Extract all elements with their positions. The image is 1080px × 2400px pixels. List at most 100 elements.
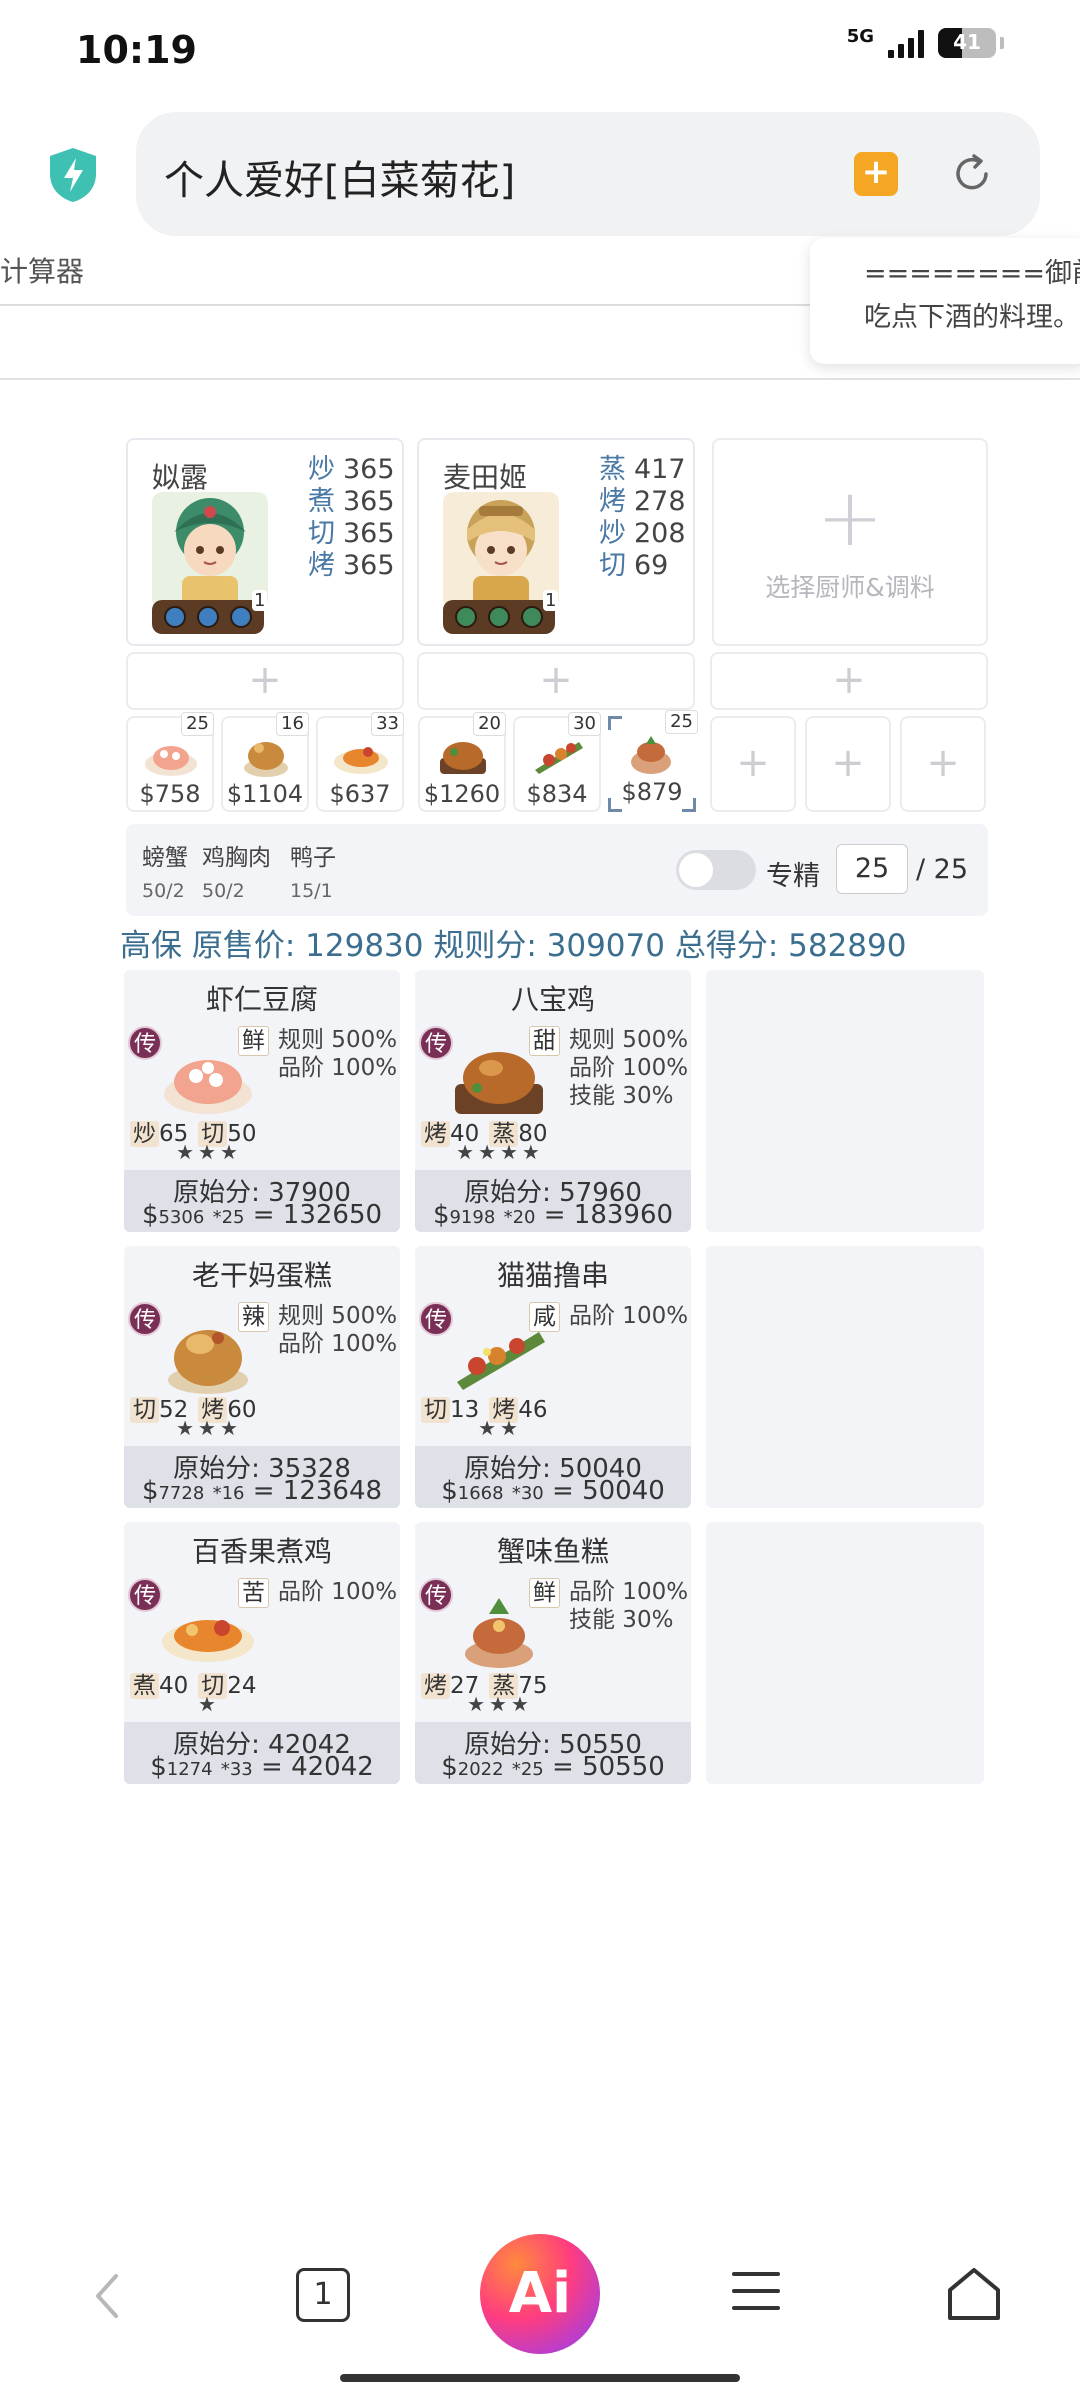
dish-count: 30 — [568, 712, 601, 736]
specialize-toggle[interactable] — [676, 850, 756, 890]
dish-slot[interactable]: $637 33 — [316, 712, 404, 812]
score-calc: $9198 *20 = 183960 — [432, 1200, 674, 1230]
dish-slot[interactable]: $758 25 — [126, 712, 214, 812]
dish-image — [244, 742, 288, 777]
score-band: 原始分: 35328 $7728 *16 = 123648 — [124, 1446, 400, 1508]
recipe-name: 百香果煮鸡 — [191, 1535, 332, 1568]
add-dish-button[interactable]: + — [900, 716, 986, 812]
bonus-item: 品阶 100% — [278, 1331, 398, 1357]
bonus-list: 规则 500% 品阶 100% 技能 30% — [569, 1026, 688, 1110]
recipe-card[interactable]: 虾仁豆腐 传 鲜 规则 500% 品阶 100% 炒 65 切 50 ★★★ 原始分… — [124, 970, 400, 1232]
add-equipment-button[interactable]: + — [417, 652, 695, 710]
empty-recipe-slot[interactable] — [706, 970, 984, 1232]
chef-equipment-slots[interactable] — [443, 600, 555, 634]
empty-recipe-slot[interactable] — [706, 1522, 984, 1784]
skill-value: 69 — [634, 550, 669, 581]
bonus-item: 规则 500% — [569, 1027, 689, 1053]
calc-price: 2022 — [457, 1759, 504, 1780]
specialize-count-input[interactable]: 25 — [836, 844, 908, 894]
status-icons: 5G 41 — [847, 28, 1004, 58]
score-band: 原始分: 50550 $2022 *25 = 50550 — [415, 1722, 691, 1784]
dish-price: $637 — [329, 780, 391, 808]
select-chef-button[interactable]: + 选择厨师&调料 — [712, 438, 988, 646]
bonus-list: 品阶 100% 技能 30% — [569, 1578, 688, 1634]
dish-image — [631, 736, 671, 774]
empty-recipe-slot[interactable] — [706, 1246, 984, 1508]
skill-label: 切 — [599, 550, 626, 581]
calc-total: 50550 — [582, 1752, 665, 1782]
ai-assistant-button[interactable]: Ai — [480, 2234, 600, 2354]
shield-icon[interactable] — [46, 146, 100, 204]
chef-name: 麦田姬 — [443, 461, 528, 494]
status-time: 10:19 — [76, 28, 197, 72]
dish-price: $758 — [139, 780, 201, 808]
refresh-icon[interactable] — [948, 150, 996, 198]
score-calc: $2022 *25 = 50550 — [441, 1752, 665, 1782]
calc-mult: *16 — [212, 1483, 245, 1504]
recipe-card[interactable]: 猫猫撸串 传 咸 品阶 100% 切 13 烤 46 ★★ 原始分: 50040 $… — [415, 1246, 691, 1508]
network-5g-icon: 5G — [846, 26, 874, 47]
recipe-card[interactable]: 老干妈蛋糕 传 辣 规则 500% 品阶 100% 切 52 烤 60 ★★★ 原始… — [124, 1246, 400, 1508]
taste-tag: 辣 — [238, 1302, 269, 1332]
skill-value: 365 — [343, 518, 395, 549]
dish-slot[interactable]: $1260 20 — [418, 712, 506, 812]
dish-slot[interactable]: $1104 16 — [221, 712, 309, 812]
calc-total: 123648 — [282, 1476, 383, 1506]
signal-icon — [888, 28, 924, 58]
material-qty: 50/2 — [202, 880, 245, 902]
home-indicator[interactable] — [340, 2374, 740, 2382]
score-calc: $5306 *25 = 132650 — [141, 1200, 383, 1230]
material-qty: 50/2 — [142, 880, 185, 902]
calc-price: 1668 — [457, 1483, 504, 1504]
divider — [0, 304, 820, 306]
dish-count: 20 — [473, 712, 506, 736]
home-icon[interactable] — [944, 2264, 1004, 2322]
tabs-button[interactable]: 1 — [296, 2268, 350, 2322]
add-dish-button[interactable]: + — [805, 716, 891, 812]
url-title[interactable]: 个人爱好[白菜菊花] — [164, 148, 515, 206]
chef-equipment-slots[interactable] — [152, 600, 264, 634]
bonus-list: 品阶 100% — [278, 1578, 397, 1606]
score-summary: 高保 原售价: 129830 规则分: 309070 总得分: 582890 — [120, 928, 907, 964]
chef-card-silu[interactable]: 姒露 1 炒 365 煮 365 切 365 烤 365 — [126, 438, 404, 646]
popup-line-2: 吃点下酒的料理。 — [864, 302, 1080, 333]
dish-count: 16 — [276, 712, 309, 736]
taste-tag: 鲜 — [529, 1578, 560, 1608]
skill-label: 炒 — [599, 518, 626, 549]
chef-level: 1 — [252, 590, 268, 611]
recipe-card[interactable]: 蟹味鱼糕 传 鲜 品阶 100% 技能 30% 烤 27 蒸 75 ★★★ 原始分:… — [415, 1522, 691, 1784]
dish-price: $1104 — [226, 780, 304, 808]
back-icon[interactable] — [86, 2268, 126, 2324]
selection-corner — [608, 716, 622, 730]
menu-icon[interactable] — [732, 2272, 780, 2320]
dish-price: $879 — [621, 778, 683, 806]
add-dish-button[interactable]: + — [710, 716, 796, 812]
score-band: 原始分: 42042 $1274 *33 = 42042 — [124, 1722, 400, 1784]
battery-tip — [1000, 37, 1004, 49]
material-name: 螃蟹 — [142, 845, 188, 871]
dish-slot-selected[interactable]: $879 25 — [608, 710, 698, 812]
dish-price: $834 — [526, 780, 588, 808]
specialize-label: 专精 — [766, 861, 820, 892]
dish-count: 25 — [665, 710, 698, 734]
add-equipment-button[interactable]: + — [710, 652, 988, 710]
material-item: 鸡胸肉 50/2 — [202, 838, 271, 902]
score-band: 原始分: 50040 $1668 *30 = 50040 — [415, 1446, 691, 1508]
recipe-card[interactable]: 百香果煮鸡 传 苦 品阶 100% 煮 40 切 24 ★ 原始分: 42042 $… — [124, 1522, 400, 1784]
calc-mult: *25 — [511, 1759, 544, 1780]
dish-image — [145, 746, 197, 776]
skill-value: 417 — [634, 454, 686, 485]
add-equipment-button[interactable]: + — [126, 652, 404, 710]
score-band: 原始分: 37900 $5306 *25 = 132650 — [124, 1170, 400, 1232]
recipe-card[interactable]: 八宝鸡 传 甜 规则 500% 品阶 100% 技能 30% 烤 40 蒸 80 ★… — [415, 970, 691, 1232]
calc-mult: *30 — [511, 1483, 544, 1504]
score-calc: $1274 *33 = 42042 — [150, 1752, 374, 1782]
dish-slot[interactable]: $834 30 — [513, 712, 601, 812]
url-bar[interactable]: 个人爱好[白菜菊花] — [136, 112, 1040, 236]
specialize-count-total: / 25 — [916, 854, 969, 885]
recipe-name: 八宝鸡 — [510, 983, 595, 1016]
chef-card-maitianji[interactable]: 麦田姬 1 蒸 417 烤 278 炒 208 切 69 — [417, 438, 695, 646]
material-item: 鸭子 15/1 — [290, 838, 336, 902]
bookmark-add-icon[interactable] — [854, 152, 898, 196]
rule-popup[interactable]: ========御前大 吃点下酒的料理。 — [810, 238, 1080, 364]
